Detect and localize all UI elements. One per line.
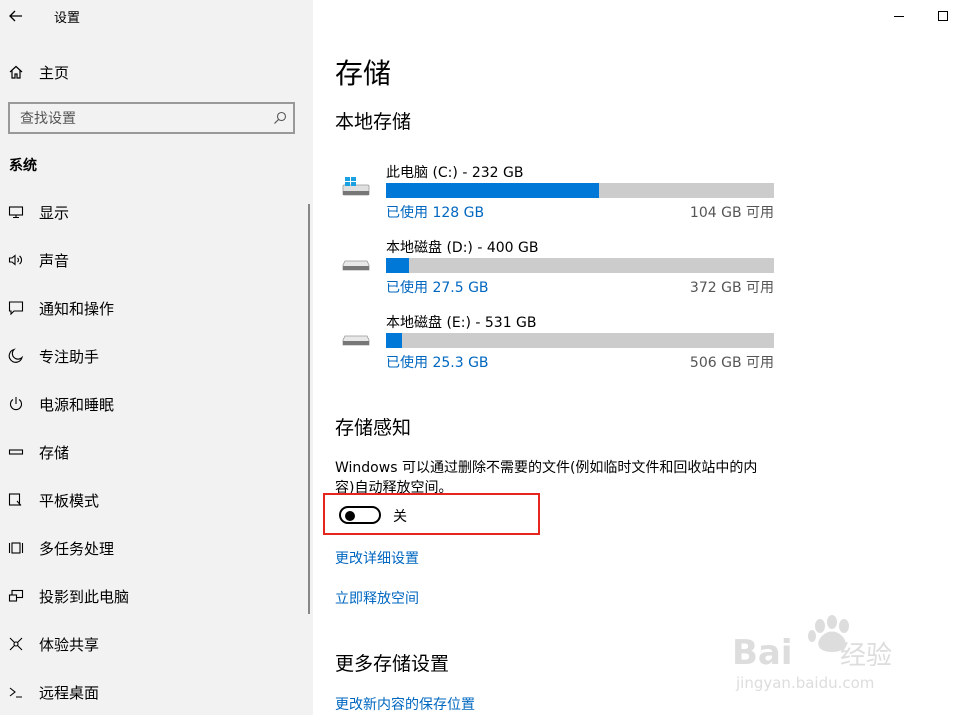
sidebar-item-multitasking[interactable]: 多任务处理 [0,524,313,572]
sidebar-item-label: 显示 [39,203,70,222]
drive-used-text[interactable]: 已使用 27.5 GB [386,277,489,297]
baidu-watermark-logo: Bai 经验 jingyan.baidu.com [732,615,892,692]
local-storage-title: 本地存储 [335,111,412,133]
drive-usage-bar [386,183,774,198]
change-save-location-link[interactable]: 更改新内容的保存位置 [335,694,475,714]
sidebar-item-sound[interactable]: 声音 [0,236,313,284]
hard-drive-icon [342,260,370,271]
moon-icon [8,348,24,364]
share-icon [8,636,24,652]
sidebar: 设置 主页 系统 显示 声音 [0,0,313,715]
multitask-icon [8,540,24,556]
sidebar-item-label: 投影到此电脑 [39,587,130,606]
tablet-icon [8,492,24,508]
main-content: 存储 本地存储 此电脑 (C:) - 232 GB 已使用 128 GB 104… [313,0,958,715]
svg-text:jingyan.baidu.com: jingyan.baidu.com [735,674,874,692]
home-icon [8,64,24,80]
storage-icon [8,444,24,460]
sidebar-item-label: 通知和操作 [39,299,115,318]
storage-sense-toggle-highlight: 关 [323,493,540,535]
back-arrow-icon [9,10,22,22]
sidebar-item-label: 平板模式 [39,491,100,510]
page-title: 存储 [335,57,392,90]
section-header: 系统 [9,158,37,174]
sidebar-item-label: 主页 [39,63,70,82]
power-icon [8,396,24,412]
drive-name: 本地磁盘 (D:) - 400 GB [386,240,539,256]
sidebar-item-label: 声音 [39,251,70,270]
drive-usage-bar [386,333,774,348]
free-space-link[interactable]: 立即释放空间 [335,588,419,608]
sidebar-item-home[interactable]: 主页 [0,54,313,90]
remote-icon [8,684,24,700]
drive-c[interactable]: 此电脑 (C:) - 232 GB 已使用 128 GB 104 GB 可用 [335,164,775,224]
sidebar-scrollbar[interactable] [308,204,310,614]
drive-usage-fill [386,333,402,348]
sidebar-item-tablet[interactable]: 平板模式 [0,476,313,524]
drive-free-text: 506 GB 可用 [689,355,774,371]
drive-usage-fill [386,258,410,273]
display-icon [8,204,24,220]
app-title: 设置 [54,11,81,26]
sidebar-item-label: 电源和睡眠 [39,395,115,414]
notification-icon [8,300,24,316]
drive-usage-fill [386,183,600,198]
sidebar-item-display[interactable]: 显示 [0,188,313,236]
search-input[interactable] [10,104,272,134]
hard-drive-icon [342,335,370,346]
drive-free-text: 372 GB 可用 [689,280,774,296]
storage-sense-toggle[interactable] [339,506,381,524]
sidebar-item-label: 体验共享 [39,635,100,654]
search-box[interactable] [8,102,295,134]
sidebar-item-notifications[interactable]: 通知和操作 [0,284,313,332]
storage-sense-title: 存储感知 [335,417,412,439]
drive-usage-bar [386,258,774,273]
sidebar-item-power[interactable]: 电源和睡眠 [0,380,313,428]
back-button[interactable] [0,0,32,32]
sidebar-item-project[interactable]: 投影到此电脑 [0,572,313,620]
windows-drive-icon [342,177,370,196]
sound-icon [8,252,24,268]
sidebar-item-label: 多任务处理 [39,539,115,558]
sidebar-item-label: 专注助手 [39,347,100,366]
title-bar: 设置 [0,0,313,32]
drive-used-text[interactable]: 已使用 25.3 GB [386,352,489,372]
sidebar-item-focus-assist[interactable]: 专注助手 [0,332,313,380]
drive-d[interactable]: 本地磁盘 (D:) - 400 GB 已使用 27.5 GB 372 GB 可用 [335,239,775,299]
search-icon[interactable] [273,111,287,125]
more-storage-title: 更多存储设置 [335,653,450,675]
svg-text:经验: 经验 [840,641,892,671]
drive-used-text[interactable]: 已使用 128 GB [386,202,484,222]
drive-name: 此电脑 (C:) - 232 GB [386,165,524,181]
sidebar-item-remote-desktop[interactable]: 远程桌面 [0,668,313,716]
storage-sense-description: Windows 可以通过删除不需要的文件(例如临时文件和回收站中的内容)自动释放… [335,460,758,494]
change-settings-link[interactable]: 更改详细设置 [335,548,419,568]
svg-text:Bai: Bai [732,633,793,673]
drive-e[interactable]: 本地磁盘 (E:) - 531 GB 已使用 25.3 GB 506 GB 可用 [335,314,775,374]
drive-free-text: 104 GB 可用 [689,205,774,221]
sidebar-item-label: 存储 [39,443,70,462]
drive-name: 本地磁盘 (E:) - 531 GB [386,315,537,331]
sidebar-nav: 显示 声音 通知和操作 专注助手 电源和睡眠 存储 平板模式 多任务处理 投影到… [0,188,313,716]
toggle-knob [345,511,355,521]
sidebar-item-shared-experiences[interactable]: 体验共享 [0,620,313,668]
sidebar-item-label: 远程桌面 [39,683,100,702]
sidebar-item-storage[interactable]: 存储 [0,428,313,476]
project-icon [8,588,24,604]
toggle-state-label: 关 [393,509,407,525]
